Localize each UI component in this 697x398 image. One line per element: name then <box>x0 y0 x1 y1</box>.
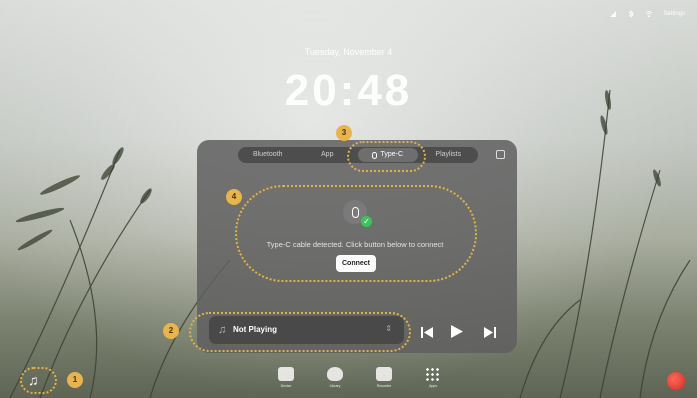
dock-label: Device <box>280 384 292 388</box>
lock-time: 20:48 <box>284 66 413 115</box>
play-icon[interactable] <box>451 325 463 343</box>
callout-outline-player <box>189 312 411 352</box>
signal-icon <box>609 10 617 18</box>
callout-badge-4: 4 <box>226 189 242 205</box>
flame-icon <box>327 367 343 381</box>
callout-badge-3: 3 <box>336 125 352 141</box>
dock-label: Recorder <box>376 384 392 388</box>
dock-item-apps[interactable]: Apps <box>423 367 443 388</box>
record-button[interactable] <box>667 372 685 390</box>
device-icon <box>278 367 294 381</box>
bluetooth-icon <box>627 10 635 18</box>
callout-outline-type-c <box>347 141 426 172</box>
callout-badge-1: 1 <box>67 372 83 388</box>
panel-menu-icon[interactable] <box>496 150 505 159</box>
dock: Device Library Recorder Apps <box>276 367 443 388</box>
recorder-icon <box>376 367 392 381</box>
dock-label: Apps <box>429 384 437 388</box>
callout-outline-music <box>20 367 57 394</box>
dock-label: Library <box>329 384 341 388</box>
music-app-icon[interactable]: ♫ <box>28 372 39 388</box>
grid-icon <box>425 367 441 381</box>
tab-playlists[interactable]: Playlists <box>419 147 479 163</box>
dock-item-device[interactable]: Device <box>276 367 296 388</box>
callout-badge-2: 2 <box>163 323 179 339</box>
lock-date: Tuesday, November 4 <box>304 47 393 57</box>
callout-outline-status <box>235 185 477 282</box>
next-track-icon[interactable] <box>484 325 496 343</box>
dock-item-recorder[interactable]: Recorder <box>374 367 394 388</box>
settings-link[interactable]: Settings <box>663 11 685 17</box>
wifi-icon <box>645 10 653 18</box>
status-bar: Settings <box>609 10 685 18</box>
dock-item-library[interactable]: Library <box>325 367 345 388</box>
tab-bluetooth[interactable]: Bluetooth <box>238 147 298 163</box>
previous-track-icon[interactable] <box>421 325 433 343</box>
